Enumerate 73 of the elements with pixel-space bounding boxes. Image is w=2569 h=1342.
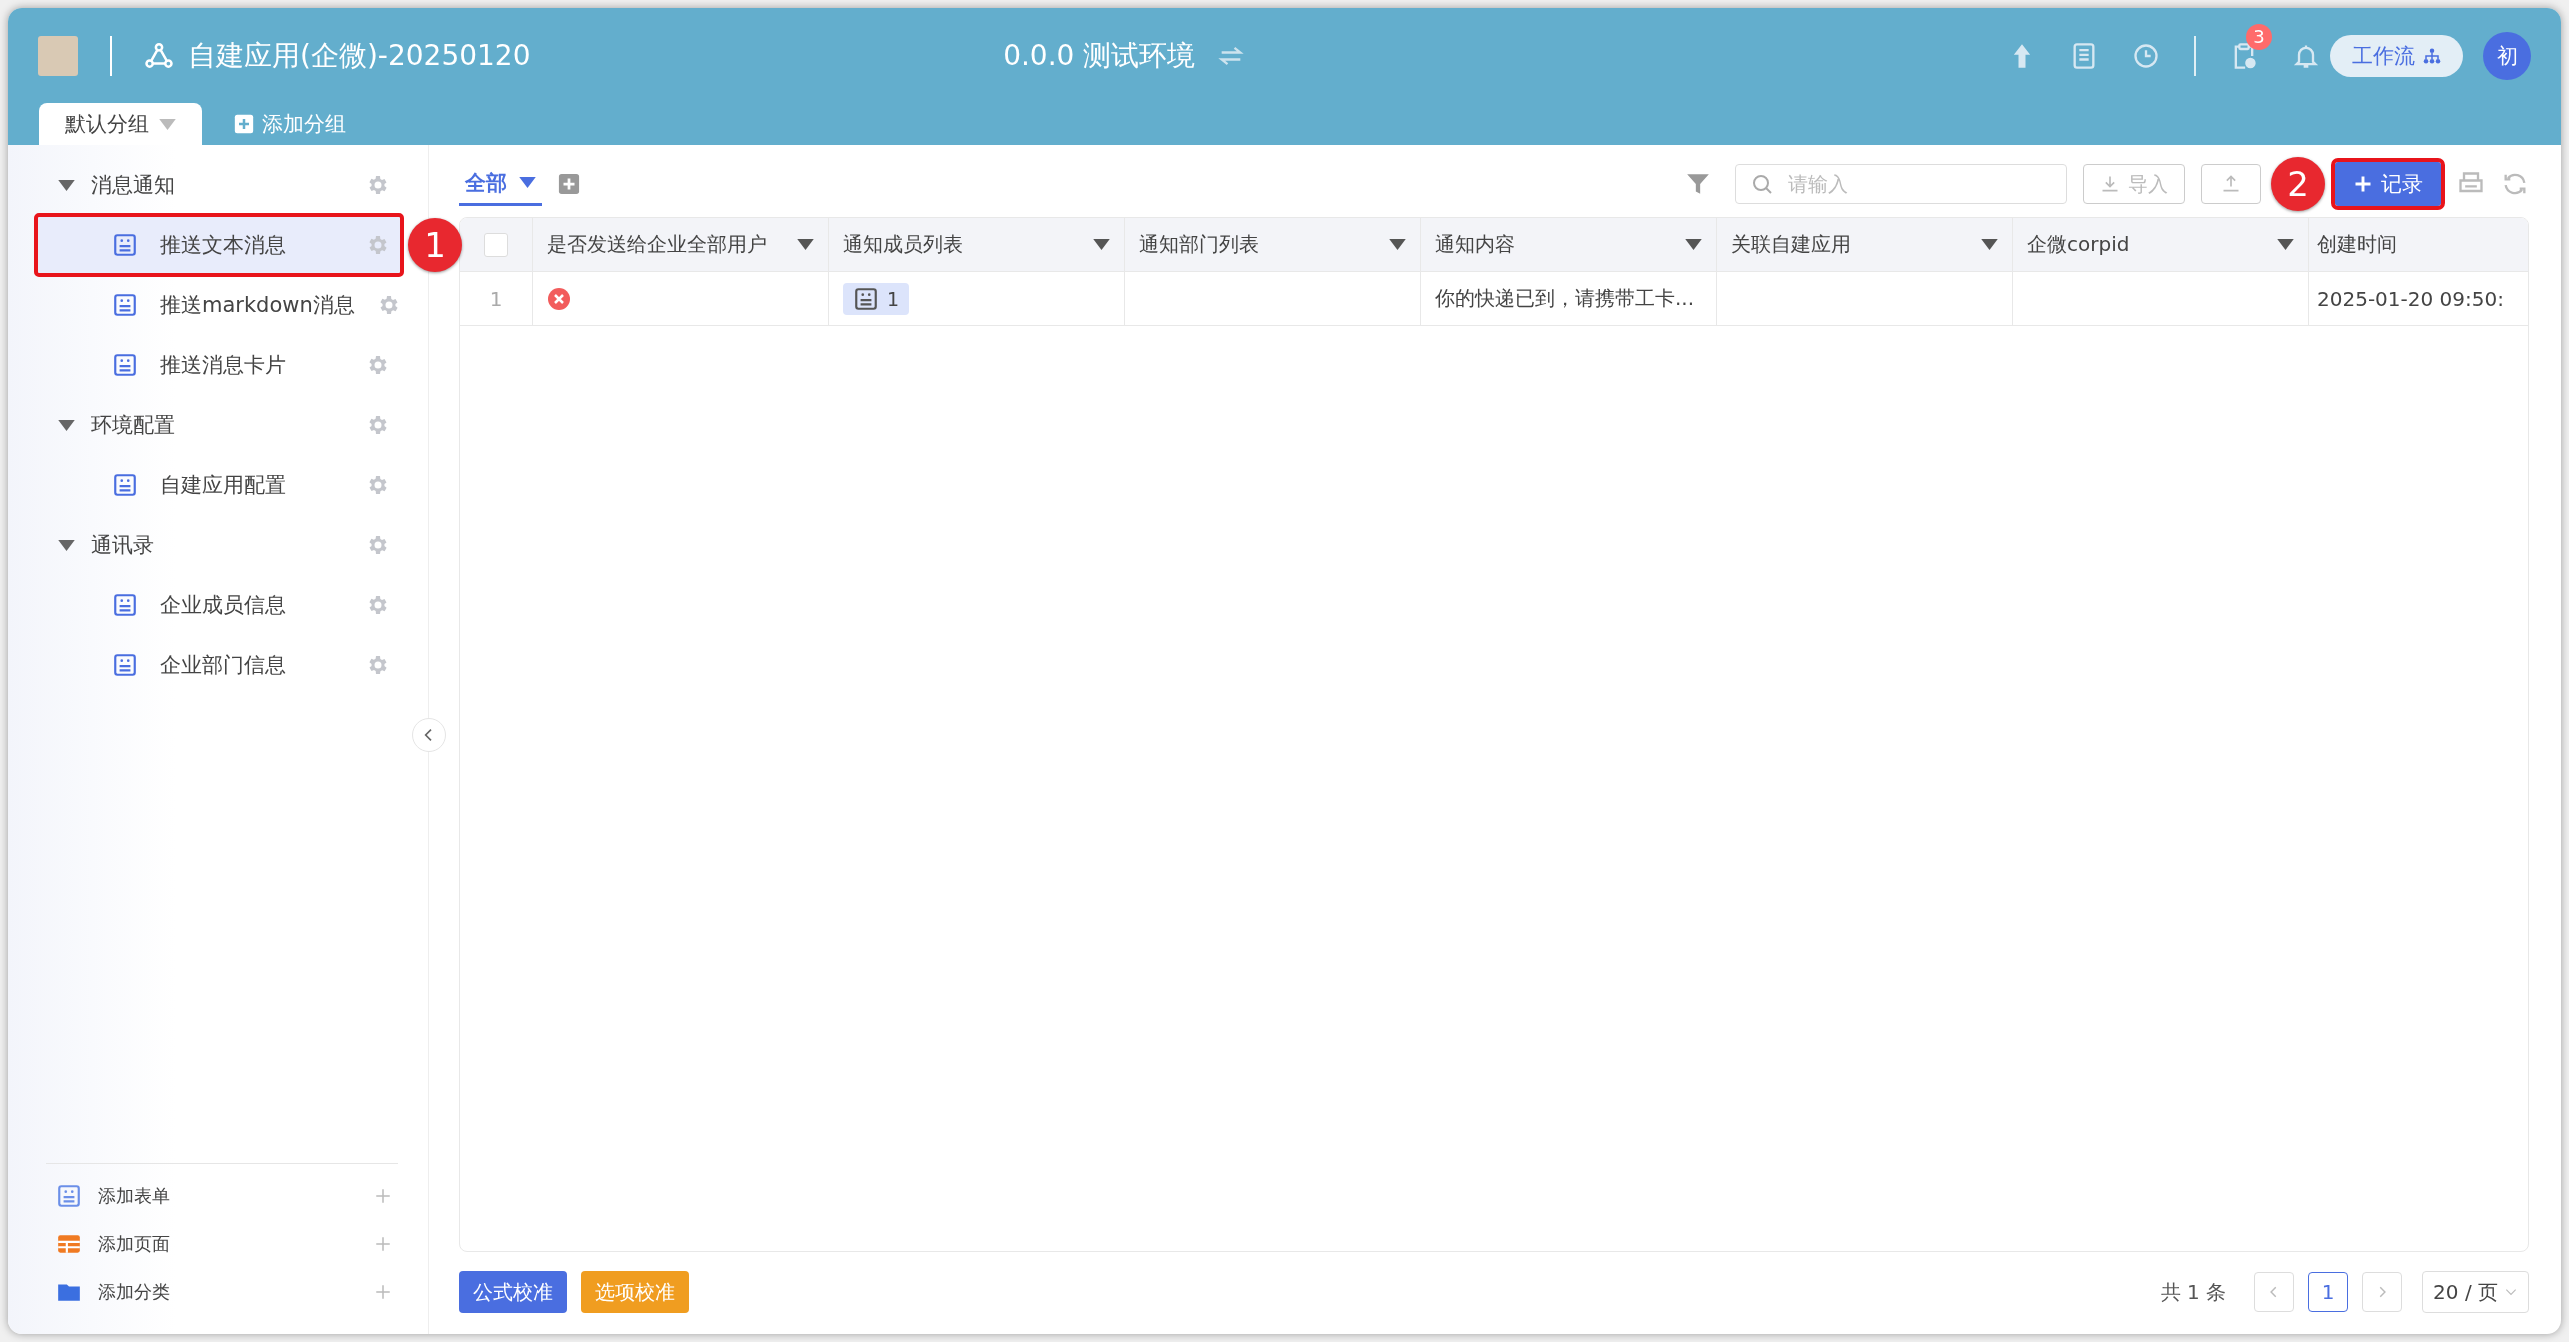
total-count: 共 1 条 xyxy=(2160,1278,2227,1306)
tree-item[interactable]: 企业成员信息 xyxy=(36,575,402,635)
search-icon xyxy=(1750,172,1774,196)
share-icon xyxy=(144,40,174,71)
add-view-icon[interactable] xyxy=(558,173,580,195)
search-input[interactable]: 请输入 xyxy=(1786,171,2040,197)
caret-icon[interactable] xyxy=(519,177,536,188)
column-header[interactable]: 是否发送给企业全部用户 xyxy=(547,231,787,258)
workflow-button[interactable]: 工作流 xyxy=(2330,34,2463,77)
plus-icon[interactable] xyxy=(374,1283,392,1301)
caret-icon[interactable] xyxy=(58,419,75,431)
form-icon xyxy=(112,592,138,618)
column-header[interactable]: 企微corpid xyxy=(2027,231,2267,258)
caret-icon[interactable] xyxy=(1389,239,1406,250)
column-header[interactable]: 关联自建应用 xyxy=(1731,231,1971,258)
caret-icon[interactable] xyxy=(58,179,75,191)
table-cell: 2025-01-20 09:50: xyxy=(2317,286,2504,311)
form-icon xyxy=(56,1183,82,1209)
caret-icon[interactable] xyxy=(1981,239,1998,250)
environment-name: 0.0.0 测试环境 xyxy=(1003,37,1196,74)
tree-item[interactable]: 企业部门信息 xyxy=(36,635,402,695)
calibrate-button[interactable]: 公式校准 xyxy=(459,1271,567,1313)
tree-item[interactable]: 推送消息卡片 xyxy=(36,335,402,395)
add-icon[interactable] xyxy=(234,114,254,134)
annotation-marker: 1 xyxy=(408,218,462,272)
plus-icon xyxy=(2353,174,2373,194)
tree-group[interactable]: 环境配置 xyxy=(36,395,402,455)
table-cell: 你的快递已到，请携带工卡... xyxy=(1435,285,1695,312)
form-icon xyxy=(112,292,138,318)
form-icon xyxy=(853,285,879,312)
caret-icon[interactable] xyxy=(1685,239,1702,250)
form-icon xyxy=(112,472,138,498)
caret-icon[interactable] xyxy=(58,539,75,551)
view-tab[interactable]: 全部 xyxy=(459,162,542,206)
tree-item[interactable]: 自建应用配置 xyxy=(36,455,402,515)
column-header[interactable]: 创建时间 xyxy=(2317,231,2520,258)
tree-item[interactable]: 推送markdown消息 xyxy=(36,275,402,335)
select-all-checkbox[interactable] xyxy=(484,232,508,257)
caret-icon[interactable] xyxy=(1093,239,1110,250)
member-count-tag[interactable]: 1 xyxy=(843,282,910,315)
form-icon xyxy=(112,352,138,378)
group-tab[interactable]: 默认分组 xyxy=(39,103,202,145)
caret-icon[interactable] xyxy=(797,239,814,250)
user-avatar[interactable]: 初 xyxy=(2483,31,2531,80)
form-icon xyxy=(112,232,138,258)
caret-icon[interactable] xyxy=(2277,239,2294,250)
add-action-link[interactable]: 添加表单 xyxy=(98,1184,358,1208)
add-action-link[interactable]: 添加页面 xyxy=(98,1232,358,1256)
download-icon xyxy=(2100,174,2120,194)
app-title: 自建应用(企微)-20250120 xyxy=(188,37,531,74)
photo-placeholder xyxy=(38,35,78,76)
row-number: 1 xyxy=(489,286,503,311)
clock-icon[interactable] xyxy=(2132,41,2160,70)
column-header[interactable]: 通知成员列表 xyxy=(843,231,1083,258)
plus-icon[interactable] xyxy=(374,1235,392,1253)
collapse-button[interactable] xyxy=(412,718,446,752)
plus-icon[interactable] xyxy=(374,1187,392,1205)
upload-icon xyxy=(2221,174,2241,194)
tree-group[interactable]: 消息通知 xyxy=(36,155,402,215)
export-button[interactable] xyxy=(2201,164,2261,204)
page-size-select[interactable]: 20 / 页 xyxy=(2422,1271,2529,1313)
column-header[interactable]: 通知部门列表 xyxy=(1139,231,1379,258)
notification-badge: 3 xyxy=(2246,23,2272,50)
next-page-button[interactable] xyxy=(2362,1272,2403,1312)
column-header[interactable]: 通知内容 xyxy=(1435,231,1675,258)
search-field[interactable]: 请输入 xyxy=(1735,164,2067,204)
page-button[interactable]: 1 xyxy=(2308,1272,2349,1312)
tree-group[interactable]: 通讯录 xyxy=(36,515,402,575)
hierarchy-icon xyxy=(2423,46,2441,65)
form-icon xyxy=(112,652,138,678)
previous-page-button[interactable] xyxy=(2254,1272,2295,1312)
annotation-marker: 2 xyxy=(2271,157,2325,211)
add-action-link[interactable]: 添加分类 xyxy=(98,1280,358,1304)
